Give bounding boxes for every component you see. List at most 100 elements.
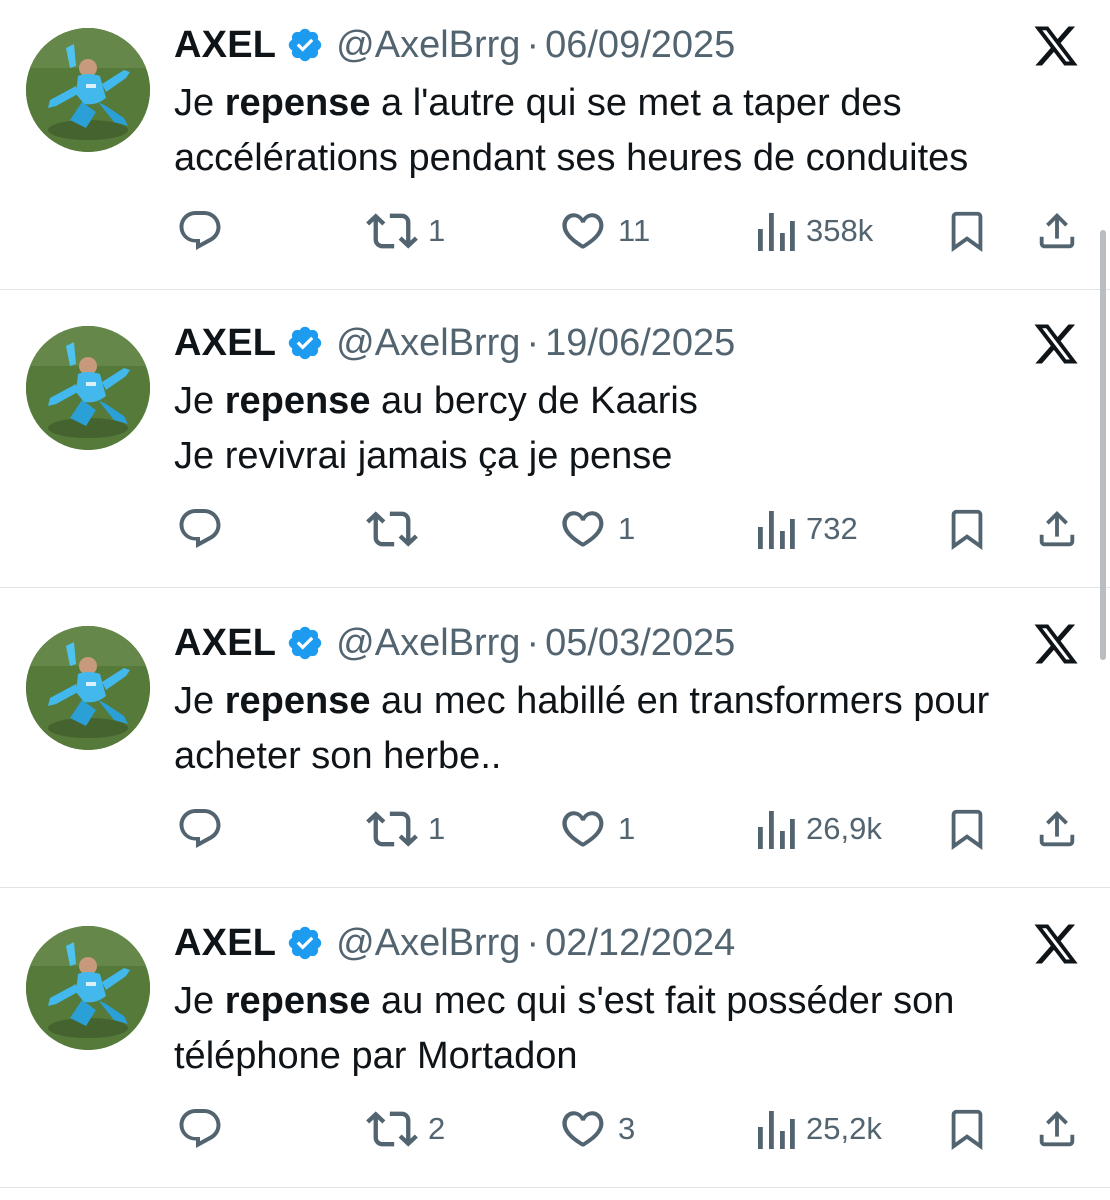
tweet-text: Je repense au mec qui s'est fait posséde… xyxy=(174,974,1084,1084)
tweet-text-segment: acheter son herbe.. xyxy=(174,735,502,777)
tweet-text-segment: Je xyxy=(174,82,225,124)
tweet-text: Je repense au mec habillé en transformer… xyxy=(174,674,1084,784)
tweet-date[interactable]: 06/09/2025 xyxy=(545,22,735,68)
views-count: 26,9k xyxy=(806,811,882,846)
tweet-text-segment: a l'autre qui se met a taper des xyxy=(370,82,902,124)
reply-button[interactable] xyxy=(176,1104,224,1154)
tweet-text-bold: repense xyxy=(224,380,371,422)
retweet-button[interactable]: 1 xyxy=(366,206,445,256)
heart-icon xyxy=(558,804,608,854)
share-icon xyxy=(1034,207,1080,255)
share-icon xyxy=(1034,805,1080,853)
like-button[interactable]: 1 xyxy=(558,804,635,854)
retweet-icon xyxy=(366,503,418,555)
like-button[interactable]: 1 xyxy=(558,504,635,554)
avatar[interactable] xyxy=(26,926,150,1050)
verified-badge-icon xyxy=(286,624,324,662)
bookmark-button[interactable] xyxy=(944,206,990,256)
bookmark-button[interactable] xyxy=(944,504,990,554)
tweet-header: AXEL @AxelBrrg · 02/12/2024 xyxy=(174,920,735,966)
tweet-text-line: Je revivrai jamais ça je pense xyxy=(174,429,1084,484)
retweet-button[interactable] xyxy=(366,504,428,554)
like-count: 11 xyxy=(618,213,651,248)
bookmark-icon xyxy=(944,1105,990,1153)
heart-icon xyxy=(558,1104,608,1154)
tweet-text: Je repense a l'autre qui se met a taper … xyxy=(174,76,1084,186)
author-name[interactable]: AXEL xyxy=(174,620,276,666)
tweet-text-segment: accélérations pendant ses heures de cond… xyxy=(174,137,969,179)
heart-icon xyxy=(558,206,608,256)
tweet-text-bold: repense xyxy=(224,680,371,722)
share-icon xyxy=(1034,1105,1080,1153)
tweet-text-segment: Je revivrai jamais ça je pense xyxy=(174,435,673,477)
retweet-button[interactable]: 2 xyxy=(366,1104,445,1154)
reply-icon xyxy=(176,805,224,853)
avatar[interactable] xyxy=(26,326,150,450)
tweet-text-line: acheter son herbe.. xyxy=(174,729,1084,784)
reply-button[interactable] xyxy=(176,804,224,854)
tweet-text-segment: au mec qui s'est fait posséder son xyxy=(370,980,955,1022)
views-button[interactable]: 26,9k xyxy=(756,804,882,854)
reply-button[interactable] xyxy=(176,504,224,554)
retweet-button[interactable]: 1 xyxy=(366,804,445,854)
tweet-header: AXEL @AxelBrrg · 05/03/2025 xyxy=(174,620,735,666)
x-logo-icon xyxy=(1032,620,1080,668)
tweet-feed: AXEL @AxelBrrg · 06/09/2025 Je repense a… xyxy=(0,0,1110,1200)
tweet-text: Je repense au bercy de Kaaris Je revivrai… xyxy=(174,374,1084,484)
scrollbar[interactable] xyxy=(1100,230,1106,660)
tweet-date[interactable]: 02/12/2024 xyxy=(545,920,735,966)
tweet-card-3[interactable]: AXEL @AxelBrrg · 05/03/2025 Je repense a… xyxy=(0,598,1110,888)
separator-dot: · xyxy=(526,24,540,66)
like-count: 3 xyxy=(618,1111,636,1146)
views-icon xyxy=(756,507,796,551)
reply-button[interactable] xyxy=(176,206,224,256)
share-button[interactable] xyxy=(1034,804,1080,854)
retweet-count: 2 xyxy=(428,1111,446,1146)
tweet-text-line: Je repense au mec qui s'est fait posséde… xyxy=(174,974,1084,1029)
views-count: 732 xyxy=(806,511,858,546)
author-handle[interactable]: @AxelBrrg xyxy=(336,920,520,966)
retweet-icon xyxy=(366,205,418,257)
tweet-text-segment: Je xyxy=(174,980,225,1022)
avatar[interactable] xyxy=(26,626,150,750)
author-name[interactable]: AXEL xyxy=(174,920,276,966)
like-count: 1 xyxy=(618,811,636,846)
tweet-date[interactable]: 19/06/2025 xyxy=(545,320,735,366)
author-handle[interactable]: @AxelBrrg xyxy=(336,320,520,366)
tweet-actions: 1 732 xyxy=(0,504,1110,554)
tweet-card-1[interactable]: AXEL @AxelBrrg · 06/09/2025 Je repense a… xyxy=(0,0,1110,290)
tweet-header: AXEL @AxelBrrg · 06/09/2025 xyxy=(174,22,735,68)
bookmark-icon xyxy=(944,805,990,853)
retweet-icon xyxy=(366,1103,418,1155)
share-button[interactable] xyxy=(1034,1104,1080,1154)
like-button[interactable]: 3 xyxy=(558,1104,635,1154)
author-handle[interactable]: @AxelBrrg xyxy=(336,620,520,666)
separator-dot: · xyxy=(526,322,540,364)
share-button[interactable] xyxy=(1034,206,1080,256)
x-logo-icon xyxy=(1032,320,1080,368)
views-button[interactable]: 358k xyxy=(756,206,873,256)
x-logo-icon xyxy=(1032,920,1080,968)
views-button[interactable]: 25,2k xyxy=(756,1104,882,1154)
author-name[interactable]: AXEL xyxy=(174,22,276,68)
author-name[interactable]: AXEL xyxy=(174,320,276,366)
author-handle[interactable]: @AxelBrrg xyxy=(336,22,520,68)
tweet-text-segment: Je xyxy=(174,680,225,722)
views-button[interactable]: 732 xyxy=(756,504,858,554)
retweet-count: 1 xyxy=(428,811,446,846)
x-logo-icon xyxy=(1032,22,1080,70)
avatar[interactable] xyxy=(26,28,150,152)
tweet-card-2[interactable]: AXEL @AxelBrrg · 19/06/2025 Je repense a… xyxy=(0,298,1110,588)
share-button[interactable] xyxy=(1034,504,1080,554)
bookmark-button[interactable] xyxy=(944,804,990,854)
bookmark-button[interactable] xyxy=(944,1104,990,1154)
reply-icon xyxy=(176,207,224,255)
tweet-card-4[interactable]: AXEL @AxelBrrg · 02/12/2024 Je repense a… xyxy=(0,898,1110,1188)
verified-badge-icon xyxy=(286,924,324,962)
bookmark-icon xyxy=(944,505,990,553)
like-button[interactable]: 11 xyxy=(558,206,650,256)
views-count: 25,2k xyxy=(806,1111,882,1146)
retweet-icon xyxy=(366,803,418,855)
tweet-date[interactable]: 05/03/2025 xyxy=(545,620,735,666)
verified-badge-icon xyxy=(286,26,324,64)
